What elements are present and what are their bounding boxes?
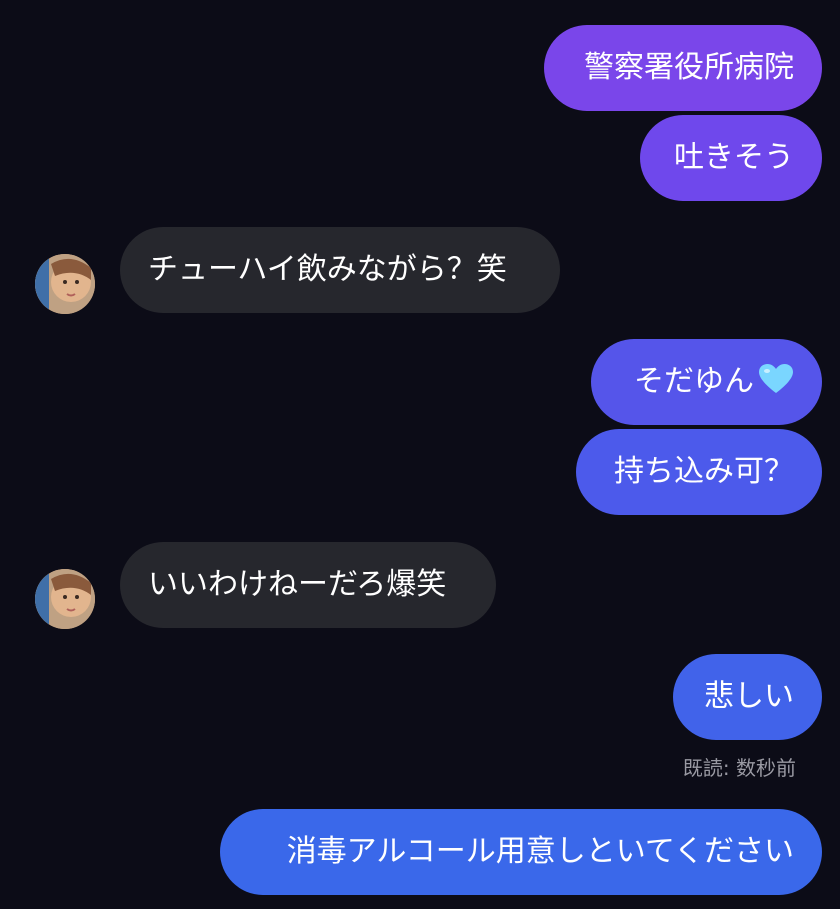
- contact-avatar[interactable]: [35, 569, 95, 629]
- avatar-photo-icon: [35, 254, 95, 314]
- contact-avatar[interactable]: [35, 254, 95, 314]
- avatar-photo-icon: [35, 569, 95, 629]
- message-text: 悲しい: [704, 679, 794, 714]
- message-text: チューハイ飲みながら？笑: [148, 252, 507, 287]
- message-text: いいわけねーだろ爆笑: [148, 567, 447, 602]
- light-blue-heart-icon: [758, 363, 794, 395]
- message-text: 消毒アルコール用意しといてください: [286, 834, 794, 869]
- message-text: 警察署役所病院: [584, 50, 794, 85]
- sent-message-bubble[interactable]: 警察署役所病院: [544, 25, 822, 111]
- received-message-bubble[interactable]: いいわけねーだろ爆笑: [120, 542, 496, 628]
- sent-message-bubble[interactable]: 吐きそう: [640, 115, 822, 201]
- read-receipt: 既読: 数秒前: [682, 756, 796, 780]
- sent-message-bubble[interactable]: そだゆん: [591, 339, 822, 425]
- sent-message-bubble[interactable]: 持ち込み可？: [576, 429, 822, 515]
- sent-message-bubble[interactable]: 悲しい: [673, 654, 822, 740]
- sent-message-bubble[interactable]: 消毒アルコール用意しといてください: [220, 809, 822, 895]
- message-text: 吐きそう: [674, 140, 794, 175]
- received-message-bubble[interactable]: チューハイ飲みながら？笑: [120, 227, 560, 313]
- message-text: そだゆん: [634, 364, 754, 399]
- message-text: 持ち込み可？: [614, 454, 794, 489]
